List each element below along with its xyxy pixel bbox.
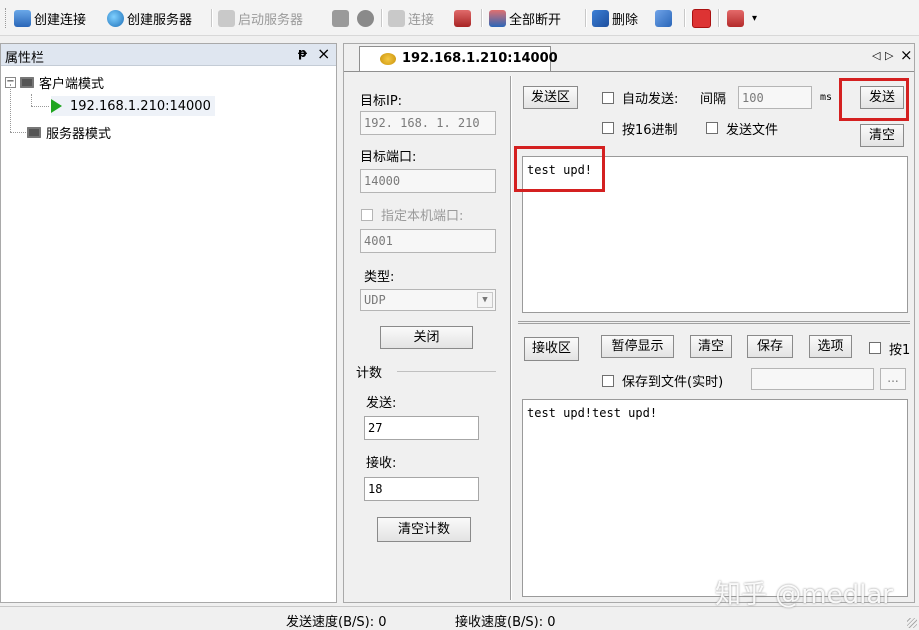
server-icon (218, 9, 235, 27)
interval-label: 间隔 (700, 92, 727, 107)
receive-textarea[interactable]: test upd!test upd! (522, 399, 908, 597)
delete-all-icon (655, 9, 672, 27)
type-label: 类型: (364, 270, 395, 285)
count-label: 计数 (356, 366, 383, 381)
watermark: 知乎 @medlar (715, 580, 893, 610)
save-path-field[interactable] (751, 368, 874, 390)
hex-send-label: 按16进制 (622, 123, 678, 138)
type-select[interactable]: UDP ▼ (360, 289, 496, 311)
splitter[interactable] (518, 321, 910, 324)
delete-all-button[interactable] (655, 7, 675, 29)
tab-connection[interactable]: 192.168.1.210:14000 (359, 46, 558, 71)
send-textarea[interactable]: test upd! (522, 156, 908, 313)
send-clear-button[interactable]: 清空 (860, 124, 904, 147)
target-ip-field[interactable]: 192. 168. 1. 210 (360, 111, 496, 135)
plug-icon (388, 9, 405, 27)
tab-close-icon[interactable]: × (900, 46, 913, 64)
recv-speed: 接收速度(B/S): 0 (455, 615, 556, 630)
close-icon[interactable]: × (317, 44, 330, 63)
connection-icon (14, 9, 31, 27)
local-port-field[interactable]: 4001 (360, 229, 496, 253)
send-file-checkbox[interactable] (706, 122, 718, 134)
auto-send-checkbox[interactable] (602, 92, 614, 104)
create-connection-button[interactable]: 创建连接 (14, 7, 86, 29)
local-port-checkbox[interactable] (361, 209, 373, 221)
user-button[interactable] (332, 7, 352, 29)
send-speed: 发送速度(B/S): 0 (286, 615, 387, 630)
target-port-label: 目标端口: (360, 150, 417, 165)
target-ip-label: 目标IP: (360, 94, 403, 109)
disconnect-icon (454, 9, 471, 27)
interval-field[interactable]: 100 (738, 86, 812, 109)
tab-next-icon[interactable]: ▷ (885, 49, 893, 62)
disconnect-all-button[interactable]: 全部断开 (489, 7, 561, 29)
connection-status-icon (380, 53, 396, 65)
hex-recv-checkbox[interactable] (869, 342, 881, 354)
recv-area-button[interactable]: 接收区 (524, 337, 579, 361)
disconnect-button[interactable] (454, 7, 474, 29)
computer-icon (27, 126, 41, 138)
globe-icon (107, 9, 124, 27)
chevron-down-icon[interactable]: ▼ (477, 292, 493, 308)
stop-icon (357, 9, 374, 27)
settings-icon (727, 9, 744, 27)
close-connection-button[interactable]: 关闭 (380, 326, 473, 349)
tree-item-server-mode[interactable]: 服务器模式 (27, 122, 111, 142)
pin-icon[interactable]: ᵽ (298, 46, 307, 60)
start-server-button[interactable]: 启动服务器 (218, 7, 303, 29)
delete-icon (592, 9, 609, 27)
save-to-file-label: 保存到文件(实时) (622, 375, 724, 390)
property-panel-title: 属性栏 (5, 51, 45, 66)
connect-button[interactable]: 连接 (388, 7, 434, 29)
pause-display-button[interactable]: 暂停显示 (601, 335, 674, 358)
clear-count-button[interactable]: 清空计数 (377, 517, 471, 542)
property-panel-header: 属性栏 ᵽ × (1, 44, 336, 66)
recv-clear-button[interactable]: 清空 (690, 335, 732, 358)
computer-icon (20, 76, 34, 88)
disconnect-all-icon (489, 9, 506, 27)
options-button[interactable]: 选项 (809, 335, 852, 358)
stop-button[interactable] (357, 7, 377, 29)
target-port-field[interactable]: 14000 (360, 169, 496, 193)
send-file-label: 发送文件 (726, 123, 779, 138)
property-panel: 属性栏 ᵽ × − 客户端模式 192.168.1.210:14000 服务器模… (0, 43, 337, 603)
send-area-button[interactable]: 发送区 (523, 86, 578, 109)
tree-item-connection[interactable]: 192.168.1.210:14000 (51, 96, 215, 116)
play-icon (51, 99, 62, 113)
resize-grip-icon[interactable] (907, 618, 917, 628)
connection-document: 192.168.1.210:14000 ◁ ▷ × 目标IP: 192. 168… (343, 43, 915, 603)
recv-count-field[interactable]: 18 (364, 477, 479, 501)
send-button[interactable]: 发送 (860, 86, 904, 109)
save-to-file-checkbox[interactable] (602, 375, 614, 387)
power-icon (692, 8, 711, 28)
delete-button[interactable]: 删除 (592, 7, 638, 29)
recv-count-label: 接收: (366, 456, 397, 471)
hex-recv-label: 按1 (889, 343, 911, 358)
settings-button[interactable] (727, 7, 747, 29)
interval-unit: ms (820, 92, 833, 103)
power-button[interactable] (692, 7, 714, 29)
hex-send-checkbox[interactable] (602, 122, 614, 134)
save-button[interactable]: 保存 (747, 335, 793, 358)
tab-prev-icon[interactable]: ◁ (872, 49, 880, 62)
local-port-label: 指定本机端口: (381, 209, 464, 224)
toolbar: 创建连接 创建服务器 启动服务器 连接 全部断开 删除 ▾ (0, 0, 919, 36)
browse-button[interactable]: ... (880, 368, 906, 390)
toolbar-overflow-icon[interactable]: ▾ (752, 7, 757, 29)
sent-count-field[interactable]: 27 (364, 416, 479, 440)
tree-item-client-mode[interactable]: − 客户端模式 (5, 72, 104, 92)
toolbar-grip[interactable] (5, 8, 9, 28)
users-icon (332, 9, 349, 27)
create-server-button[interactable]: 创建服务器 (107, 7, 192, 29)
auto-send-label: 自动发送: (622, 92, 679, 107)
sent-count-label: 发送: (366, 396, 397, 411)
